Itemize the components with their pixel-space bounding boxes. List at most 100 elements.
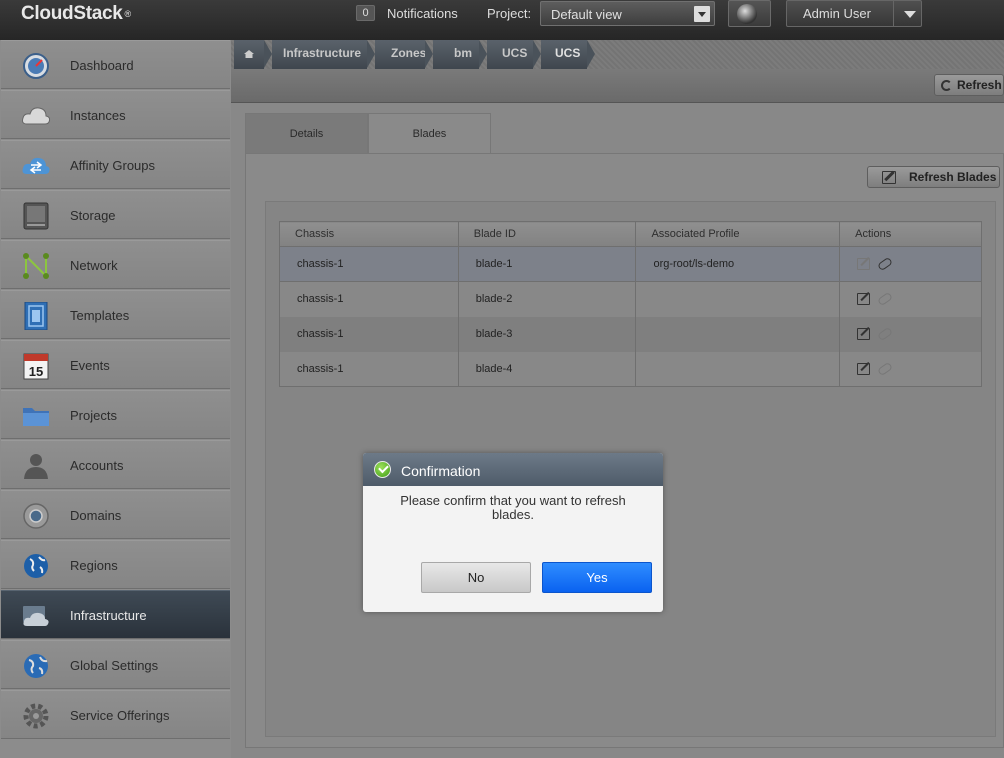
cloudstack-logo[interactable]: CloudStack ® — [21, 3, 131, 25]
edit-icon — [882, 171, 896, 184]
cell-associated-profile — [635, 281, 841, 317]
domains-icon — [23, 503, 49, 529]
sidebar-item-label: Templates — [70, 308, 130, 323]
notifications-count-badge[interactable]: 0 — [356, 5, 375, 21]
refresh-label: Refresh — [957, 78, 1002, 92]
sidebar-item-label: Affinity Groups — [70, 158, 156, 173]
cell-blade-id: blade-1 — [457, 246, 637, 282]
user-icon — [24, 454, 48, 479]
cell-blade-id: blade-3 — [457, 316, 637, 352]
sidebar-item-label: Events — [70, 358, 110, 373]
breadcrumb-item-ucs-current[interactable]: UCS — [555, 40, 580, 69]
breadcrumb-separator — [587, 40, 595, 68]
network-icon — [23, 253, 49, 279]
sidebar-item-regions[interactable]: Regions — [1, 540, 230, 589]
sidebar-item-accounts[interactable]: Accounts — [1, 440, 230, 489]
table-row[interactable]: chassis-1 blade-3 — [279, 316, 982, 352]
sidebar-item-instances[interactable]: Instances — [1, 90, 230, 139]
breadcrumb-separator — [479, 40, 487, 68]
infrastructure-icon — [23, 606, 49, 626]
tab-blades[interactable]: Blades — [368, 113, 491, 153]
no-button[interactable]: No — [421, 562, 531, 593]
sidebar-item-domains[interactable]: Domains — [1, 490, 230, 539]
disassociate-profile-icon[interactable] — [877, 256, 894, 272]
yes-button[interactable]: Yes — [542, 562, 652, 593]
globe-icon — [737, 4, 757, 24]
sidebar-item-affinity-groups[interactable]: Affinity Groups — [1, 140, 230, 189]
breadcrumb-item-zones[interactable]: Zones — [391, 40, 426, 69]
sidebar-item-network[interactable]: Network — [1, 240, 230, 289]
breadcrumb: Infrastructure Zones bm UCS UCS — [231, 40, 1004, 69]
logo-text: CloudStack — [21, 3, 123, 24]
table-row[interactable]: chassis-1 blade-2 — [279, 281, 982, 317]
logo-registered-mark: ® — [124, 8, 132, 19]
sidebar-item-global-settings[interactable]: Global Settings — [1, 640, 230, 689]
main-content: Details Blades Refresh Blades Chassis Bl… — [231, 103, 1004, 758]
sidebar-item-storage[interactable]: Storage — [1, 190, 230, 239]
associate-profile-icon[interactable] — [857, 362, 871, 375]
cell-actions — [839, 316, 982, 352]
disassociate-profile-icon[interactable] — [877, 326, 894, 342]
sidebar-item-label: Storage — [70, 208, 116, 223]
user-name: Admin User — [803, 6, 871, 21]
chevron-down-icon — [694, 6, 710, 22]
disassociate-profile-icon[interactable] — [877, 361, 894, 377]
dialog-header: Confirmation — [363, 453, 663, 486]
language-button[interactable] — [728, 0, 771, 27]
table-row[interactable]: chassis-1 blade-4 — [279, 351, 982, 387]
project-select[interactable]: Default view — [540, 1, 715, 26]
sidebar-item-dashboard[interactable]: Dashboard — [1, 40, 230, 89]
cell-associated-profile: org-root/ls-demo — [635, 246, 841, 282]
sidebar-item-projects[interactable]: Projects — [1, 390, 230, 439]
dialog-title: Confirmation — [401, 463, 481, 479]
user-menu-button[interactable]: Admin User — [786, 0, 922, 27]
sidebar-item-label: Regions — [70, 558, 118, 573]
refresh-button[interactable]: Refresh — [934, 74, 1004, 96]
associate-profile-icon[interactable] — [857, 293, 871, 306]
cell-chassis: chassis-1 — [279, 351, 459, 387]
cell-blade-id: blade-4 — [457, 351, 637, 387]
affinity-icon — [22, 157, 50, 174]
calendar-day: 15 — [29, 364, 43, 379]
sidebar-item-templates[interactable]: Templates — [1, 290, 230, 339]
disassociate-profile-icon[interactable] — [877, 292, 894, 307]
sidebar-item-label: Dashboard — [70, 58, 134, 73]
table-row[interactable]: chassis-1 blade-1 org-root/ls-demo — [279, 246, 982, 282]
refresh-blades-label: Refresh Blades — [909, 170, 997, 184]
blades-panel: Refresh Blades Chassis Blade ID Associat… — [245, 153, 1004, 748]
refresh-blades-button[interactable]: Refresh Blades — [867, 166, 1000, 188]
cell-chassis: chassis-1 — [279, 246, 459, 282]
cell-actions — [839, 281, 982, 317]
associate-profile-icon[interactable] — [857, 328, 871, 341]
breadcrumb-separator — [425, 40, 433, 68]
sidebar-item-service-offerings[interactable]: Service Offerings — [1, 690, 230, 739]
breadcrumb-item-infrastructure[interactable]: Infrastructure — [283, 40, 361, 69]
cell-actions — [839, 351, 982, 387]
sidebar-item-label: Projects — [70, 408, 117, 423]
breadcrumb-item-bm[interactable]: bm — [454, 40, 472, 69]
calendar-icon: 15 — [23, 353, 49, 380]
chevron-down-icon[interactable] — [904, 11, 916, 18]
notifications-link[interactable]: Notifications — [387, 6, 458, 21]
gear-icon — [23, 703, 49, 729]
sidebar-item-events[interactable]: 15 Events — [1, 340, 230, 389]
home-icon[interactable] — [234, 40, 264, 69]
breadcrumb-separator — [264, 40, 272, 68]
sidebar-item-infrastructure[interactable]: Infrastructure — [1, 590, 230, 639]
check-circle-icon — [374, 461, 391, 478]
sidebar-item-label: Domains — [70, 508, 122, 523]
sidebar-item-label: Global Settings — [70, 658, 159, 673]
column-header-blade-id[interactable]: Blade ID — [457, 221, 637, 247]
breadcrumb-item-ucs[interactable]: UCS — [502, 40, 527, 69]
user-menu-divider — [893, 1, 894, 26]
sidebar-item-label: Network — [70, 258, 118, 273]
storage-icon — [23, 202, 49, 230]
cell-associated-profile — [635, 316, 841, 352]
associate-profile-icon[interactable] — [857, 258, 871, 271]
tab-details[interactable]: Details — [245, 113, 368, 153]
folder-icon — [23, 408, 49, 426]
column-header-associated-profile[interactable]: Associated Profile — [635, 221, 841, 247]
sidebar-item-label: Accounts — [70, 458, 124, 473]
column-header-chassis[interactable]: Chassis — [279, 221, 459, 247]
project-select-value: Default view — [551, 7, 622, 22]
